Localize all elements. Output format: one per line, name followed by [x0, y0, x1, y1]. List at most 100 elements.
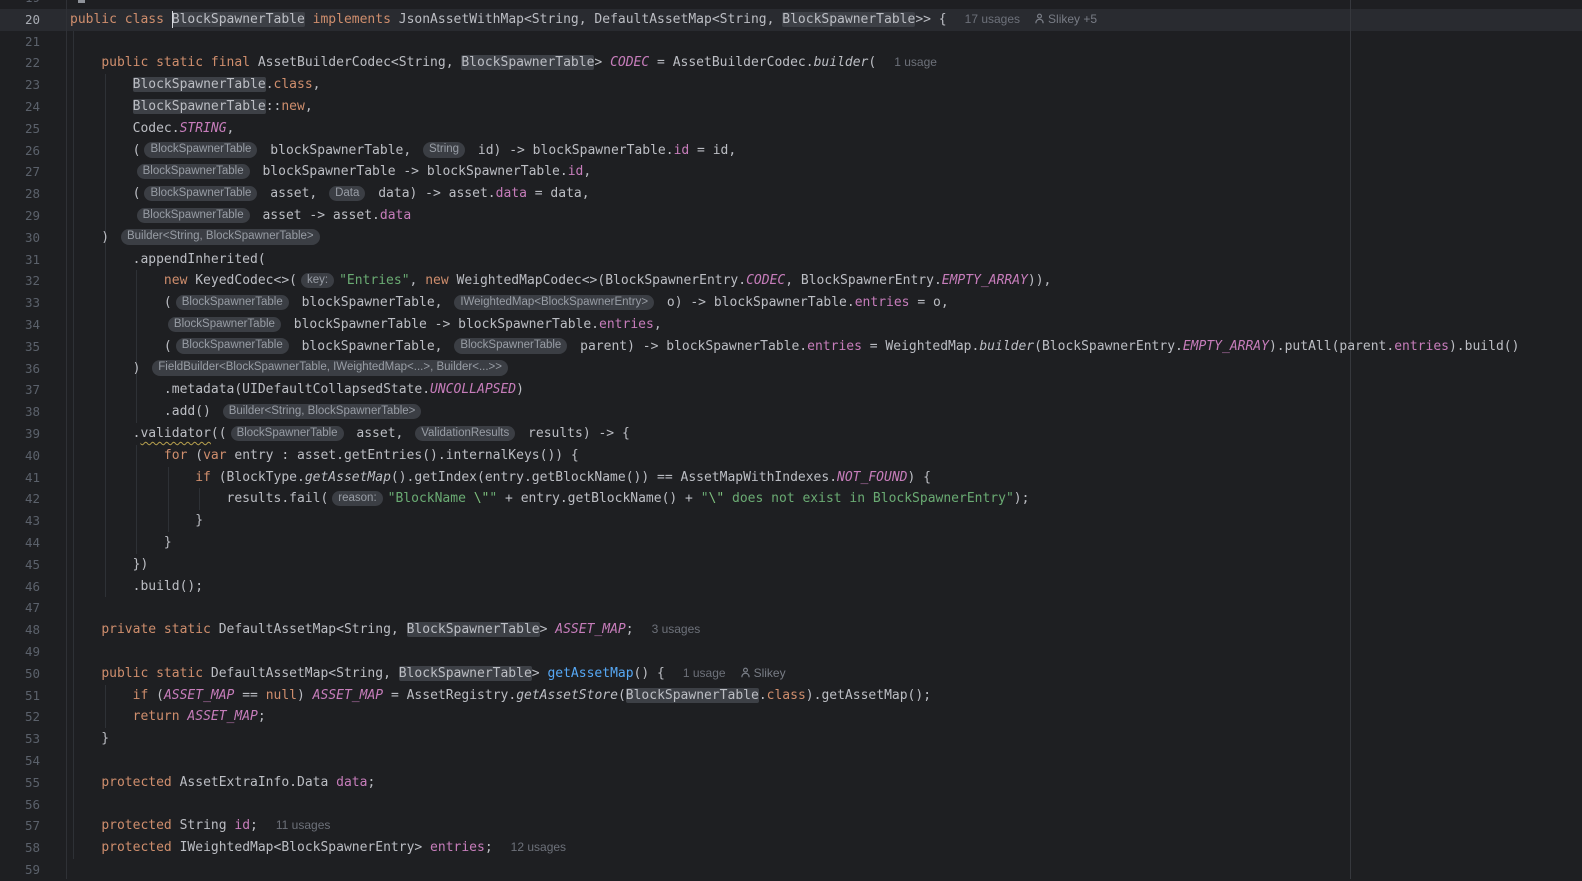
line-number[interactable]: 33 — [0, 292, 40, 314]
usage-annotation[interactable]: 12 usages — [511, 840, 566, 854]
code-text[interactable]: new KeyedCodec<>(key: "Entries", new Weig… — [70, 270, 1051, 292]
line-number[interactable]: 38 — [0, 401, 40, 423]
code-text[interactable]: }) — [70, 554, 149, 576]
code-text[interactable]: .build(); — [70, 576, 203, 598]
inlay-hint[interactable]: Data — [329, 185, 366, 202]
line-number[interactable]: 29 — [0, 205, 40, 227]
code-text[interactable]: BlockSpawnerTable asset -> asset.data — [70, 205, 411, 227]
code-text[interactable]: .metadata(UIDefaultCollapsedState.UNCOLL… — [70, 379, 524, 401]
code-text[interactable]: protected String id; 11 usages — [70, 815, 330, 837]
line-number[interactable]: 28 — [0, 183, 40, 205]
line-number[interactable]: 48 — [0, 619, 40, 641]
inlay-hint[interactable]: key: — [300, 272, 335, 289]
line-number[interactable]: 20 — [0, 9, 40, 31]
line-number[interactable]: 52 — [0, 706, 40, 728]
line-number[interactable]: 58 — [0, 837, 40, 859]
line-number[interactable]: 55 — [0, 772, 40, 794]
line-number[interactable]: 35 — [0, 336, 40, 358]
code-text[interactable]: BlockSpawnerTable.class, — [70, 74, 320, 96]
inlay-hint[interactable]: reason: — [332, 490, 383, 507]
line-number[interactable]: 23 — [0, 74, 40, 96]
inlay-hint[interactable]: ValidationResults — [415, 425, 516, 441]
usage-annotation[interactable]: 11 usages — [276, 818, 331, 832]
code-text[interactable]: return ASSET_MAP; — [70, 706, 266, 728]
code-text[interactable]: if (BlockType.getAssetMap().getIndex(ent… — [70, 467, 931, 489]
line-number[interactable]: 44 — [0, 532, 40, 554]
line-number[interactable]: 30 — [0, 227, 40, 249]
line-number[interactable]: 27 — [0, 161, 40, 183]
usage-annotation[interactable]: 3 usages — [652, 622, 701, 636]
code-text[interactable]: Codec.STRING, — [70, 118, 235, 140]
code-text[interactable]: (BlockSpawnerTable blockSpawnerTable, Bl… — [70, 336, 1519, 358]
line-number[interactable]: 47 — [0, 597, 40, 619]
inlay-hint[interactable]: IWeightedMap<BlockSpawnerEntry> — [454, 294, 655, 311]
code-text[interactable]: } — [70, 728, 109, 750]
inlay-hint[interactable]: BlockSpawnerTable — [144, 142, 258, 158]
line-number[interactable]: 43 — [0, 510, 40, 532]
inlay-hint[interactable]: BlockSpawnerTable — [175, 294, 289, 311]
code-text[interactable]: (BlockSpawnerTable blockSpawnerTable, St… — [70, 140, 736, 162]
inlay-hint[interactable]: BlockSpawnerTable — [144, 185, 258, 202]
code-text[interactable]: } — [70, 510, 203, 532]
code-editor[interactable]: 1920 public class BlockSpawnerTable imple… — [0, 0, 1582, 879]
usage-annotation[interactable]: 17 usages — [965, 12, 1020, 26]
line-number[interactable]: 56 — [0, 794, 40, 816]
code-text[interactable]: (BlockSpawnerTable blockSpawnerTable, IW… — [70, 292, 949, 314]
line-number[interactable]: 59 — [0, 859, 40, 881]
code-text[interactable]: ) Builder<String, BlockSpawnerTable> — [70, 227, 325, 249]
line-number[interactable]: 46 — [0, 576, 40, 598]
line-number[interactable]: 37 — [0, 379, 40, 401]
code-text[interactable]: for (var entry : asset.getEntries().inte… — [70, 445, 579, 467]
code-text[interactable]: BlockSpawnerTable::new, — [70, 96, 313, 118]
inlay-hint[interactable]: BlockSpawnerTable — [454, 338, 568, 354]
line-number[interactable]: 57 — [0, 815, 40, 837]
line-number[interactable]: 22 — [0, 52, 40, 74]
code-text[interactable]: if (ASSET_MAP == null) ASSET_MAP = Asset… — [70, 685, 931, 707]
usage-annotation[interactable]: 1 usage — [894, 55, 937, 69]
line-number[interactable]: 25 — [0, 118, 40, 140]
line-number[interactable]: 24 — [0, 96, 40, 118]
line-number[interactable]: 53 — [0, 728, 40, 750]
code-text[interactable]: public static DefaultAssetMap<String, Bl… — [70, 663, 786, 685]
code-text[interactable]: .add() Builder<String, BlockSpawnerTable… — [70, 401, 426, 423]
inlay-hint[interactable]: FieldBuilder<BlockSpawnerTable, IWeighte… — [152, 360, 508, 376]
line-number[interactable]: 40 — [0, 445, 40, 467]
line-number[interactable]: 42 — [0, 488, 40, 510]
line-number[interactable]: 34 — [0, 314, 40, 336]
code-text[interactable]: BlockSpawnerTable blockSpawnerTable -> b… — [70, 161, 591, 183]
line-number[interactable]: 41 — [0, 467, 40, 489]
line-number[interactable]: 26 — [0, 140, 40, 162]
line-number[interactable]: 51 — [0, 685, 40, 707]
code-text[interactable]: public class BlockSpawnerTable implement… — [70, 9, 1097, 31]
code-text[interactable]: public static final AssetBuilderCodec<St… — [70, 52, 937, 74]
inlay-hint[interactable]: Builder<String, BlockSpawnerTable> — [222, 403, 422, 420]
code-text[interactable]: .validator((BlockSpawnerTable asset, Val… — [70, 423, 630, 445]
line-number[interactable]: 19 — [0, 0, 40, 9]
usage-annotation[interactable]: 1 usage — [683, 666, 726, 680]
code-text[interactable]: BlockSpawnerTable blockSpawnerTable -> b… — [70, 314, 662, 336]
line-number[interactable]: 36 — [0, 358, 40, 380]
line-number[interactable]: 31 — [0, 249, 40, 271]
code-text[interactable]: .appendInherited( — [70, 249, 266, 271]
inlay-hint[interactable]: BlockSpawnerTable — [136, 163, 250, 180]
inlay-hint[interactable]: BlockSpawnerTable — [230, 425, 344, 441]
line-number[interactable]: 50 — [0, 663, 40, 685]
inlay-hint[interactable]: BlockSpawnerTable — [136, 207, 250, 223]
inlay-hint[interactable]: BlockSpawnerTable — [167, 316, 281, 332]
author-annotation[interactable]: Slikey +5 — [1034, 12, 1097, 26]
line-number[interactable]: 39 — [0, 423, 40, 445]
code-text[interactable]: results.fail(reason: "BlockName \"" + ent… — [70, 488, 1029, 510]
line-number[interactable]: 21 — [0, 31, 40, 53]
code-text[interactable]: protected AssetExtraInfo.Data data; — [70, 772, 375, 794]
inlay-hint[interactable]: Builder<String, BlockSpawnerTable> — [120, 229, 320, 245]
code-text[interactable]: } — [70, 532, 172, 554]
line-number[interactable]: 49 — [0, 641, 40, 663]
author-annotation[interactable]: Slikey — [740, 666, 786, 680]
code-text[interactable]: private static DefaultAssetMap<String, B… — [70, 619, 700, 641]
inlay-hint[interactable]: BlockSpawnerTable — [175, 338, 289, 354]
line-number[interactable]: 45 — [0, 554, 40, 576]
inlay-hint[interactable]: String — [423, 142, 466, 158]
code-text[interactable]: protected IWeightedMap<BlockSpawnerEntry… — [70, 837, 566, 859]
code-text[interactable]: ) FieldBuilder<BlockSpawnerTable, IWeigh… — [70, 358, 513, 380]
line-number[interactable]: 54 — [0, 750, 40, 772]
